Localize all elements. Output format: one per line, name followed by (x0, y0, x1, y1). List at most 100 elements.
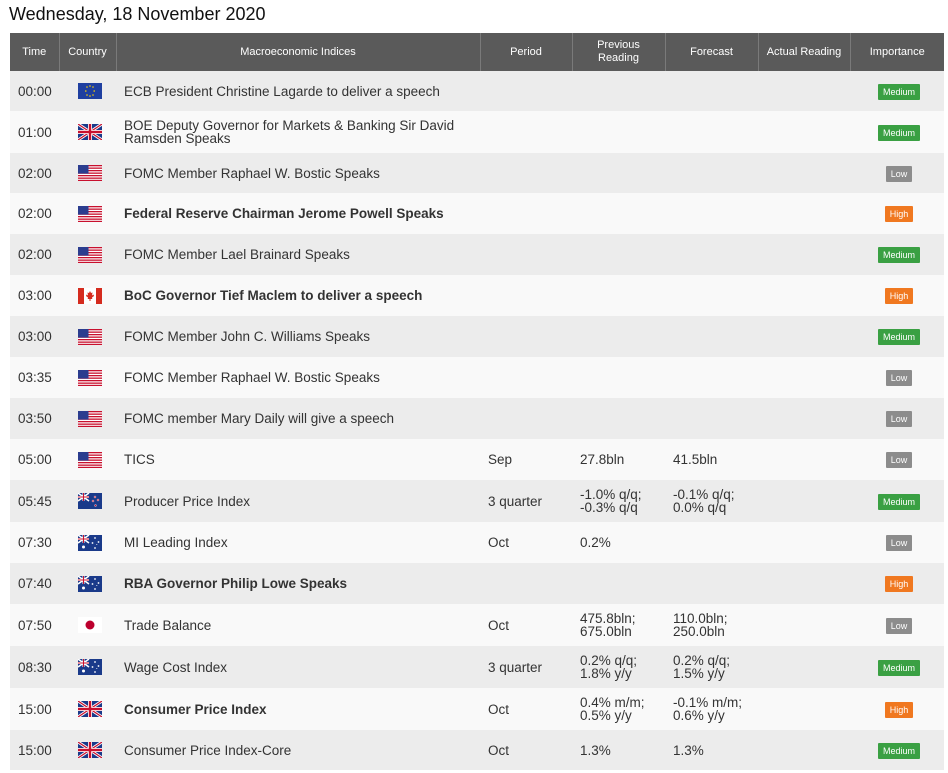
table-row: 03:50 FOMC member Mary Daily will give a … (10, 398, 944, 439)
period-cell (480, 153, 572, 193)
event-cell: FOMC Member John C. Williams Speaks (116, 316, 480, 357)
previous-cell: 0.2% (572, 522, 665, 563)
importance-cell: Medium (850, 71, 944, 111)
time-cell: 07:40 (10, 563, 59, 604)
event-name: FOMC Member Raphael W. Bostic Speaks (124, 370, 380, 385)
event-cell: BOE Deputy Governor for Markets & Bankin… (116, 111, 480, 153)
country-cell (59, 604, 116, 646)
actual-cell (758, 522, 850, 563)
time-cell: 02:00 (10, 234, 59, 275)
previous-value: 1.3% (580, 742, 611, 758)
event-cell: FOMC Member Lael Brainard Speaks (116, 234, 480, 275)
time-cell: 15:00 (10, 730, 59, 770)
time-cell: 00:00 (10, 71, 59, 111)
header-importance: Importance (850, 33, 944, 71)
event-name: Consumer Price Index (124, 701, 267, 717)
country-cell (59, 480, 116, 522)
actual-cell (758, 193, 850, 234)
eu-flag-icon (77, 83, 102, 100)
uk-flag-icon (77, 701, 102, 718)
event-name: RBA Governor Philip Lowe Speaks (124, 576, 348, 591)
period-cell (480, 563, 572, 604)
previous-value: 0.2% (580, 535, 611, 550)
forecast-cell (665, 522, 758, 563)
importance-badge: High (884, 288, 914, 304)
event-cell: Federal Reserve Chairman Jerome Powell S… (116, 193, 480, 234)
actual-cell (758, 604, 850, 646)
previous-cell (572, 316, 665, 357)
us-flag-icon (77, 205, 102, 222)
uk-flag-icon (77, 124, 102, 141)
period-cell: Oct (480, 522, 572, 563)
time-cell: 05:45 (10, 480, 59, 522)
actual-cell (758, 688, 850, 730)
jp-flag-icon (77, 617, 102, 634)
event-name: FOMC member Mary Daily will give a speec… (124, 411, 395, 426)
country-cell (59, 563, 116, 604)
previous-cell (572, 398, 665, 439)
forecast-cell: -0.1% m/m; 0.6% y/y (665, 688, 758, 730)
forecast-value: 0.2% q/q; 1.5% y/y (673, 653, 731, 681)
country-cell (59, 111, 116, 153)
importance-cell: High (850, 688, 944, 730)
event-name: Wage Cost Index (124, 659, 228, 675)
event-name: TICS (124, 452, 155, 467)
ca-flag-icon (77, 287, 102, 304)
previous-cell (572, 71, 665, 111)
time-cell: 03:00 (10, 316, 59, 357)
previous-cell: -1.0% q/q; -0.3% q/q (572, 480, 665, 522)
table-row: 07:30 MI Leading Index Oct 0.2% Low (10, 522, 944, 563)
header-previous: Previous Reading (572, 33, 666, 71)
time-cell: 01:00 (10, 111, 59, 153)
table-row: 07:50 Trade Balance Oct 475.8bln; 675.0bln 1… (10, 604, 944, 646)
table-row: 03:00 BoC Governor Tief Maclem to deliver… (10, 275, 944, 316)
actual-cell (758, 646, 850, 688)
table-row: 15:00 Consumer Price Index Oct 0.4% m/m; 0.… (10, 688, 944, 730)
event-cell: ECB President Christine Lagarde to deliv… (116, 71, 480, 111)
us-flag-icon (77, 369, 102, 386)
actual-cell (758, 480, 850, 522)
importance-badge: Low (885, 535, 913, 551)
event-cell: FOMC Member Raphael W. Bostic Speaks (116, 357, 480, 398)
previous-cell (572, 193, 665, 234)
forecast-cell (665, 193, 758, 234)
table-row: 00:00 ECB President Christine Lagarde to … (10, 71, 944, 111)
country-cell (59, 439, 116, 480)
time-cell: 15:00 (10, 688, 59, 730)
importance-cell: Low (850, 357, 944, 398)
period-cell (480, 398, 572, 439)
importance-badge: Low (885, 617, 913, 634)
forecast-cell (665, 275, 758, 316)
forecast-cell: 1.3% (665, 730, 758, 770)
time-cell: 07:50 (10, 604, 59, 646)
event-cell: Trade Balance (116, 604, 480, 646)
country-cell (59, 71, 116, 111)
importance-badge: Medium (877, 124, 920, 141)
period-cell (480, 316, 572, 357)
importance-badge: Low (885, 452, 913, 468)
importance-cell: Medium (850, 316, 944, 357)
actual-cell (758, 439, 850, 480)
country-cell (59, 357, 116, 398)
actual-cell (758, 71, 850, 111)
importance-badge: Low (885, 411, 913, 427)
forecast-cell: -0.1% q/q; 0.0% q/q (665, 480, 758, 522)
nz-flag-icon (77, 493, 102, 510)
importance-badge: Medium (877, 329, 920, 345)
importance-badge: Medium (877, 83, 920, 100)
event-name: Consumer Price Index-Core (124, 742, 292, 758)
country-cell (59, 688, 116, 730)
previous-value: 0.2% q/q; 1.8% y/y (580, 653, 638, 681)
event-cell: Wage Cost Index (116, 646, 480, 688)
forecast-cell (665, 563, 758, 604)
actual-cell (758, 234, 850, 275)
actual-cell (758, 563, 850, 604)
event-cell: FOMC Member Raphael W. Bostic Speaks (116, 153, 480, 193)
forecast-cell (665, 153, 758, 193)
event-name: Federal Reserve Chairman Jerome Powell S… (124, 206, 444, 221)
forecast-value: 1.3% (673, 742, 704, 758)
forecast-cell (665, 398, 758, 439)
period-cell: 3 quarter (480, 480, 572, 522)
table-header-row: Time Country Macroeconomic Indices Perio… (10, 33, 944, 71)
forecast-cell: 0.2% q/q; 1.5% y/y (665, 646, 758, 688)
